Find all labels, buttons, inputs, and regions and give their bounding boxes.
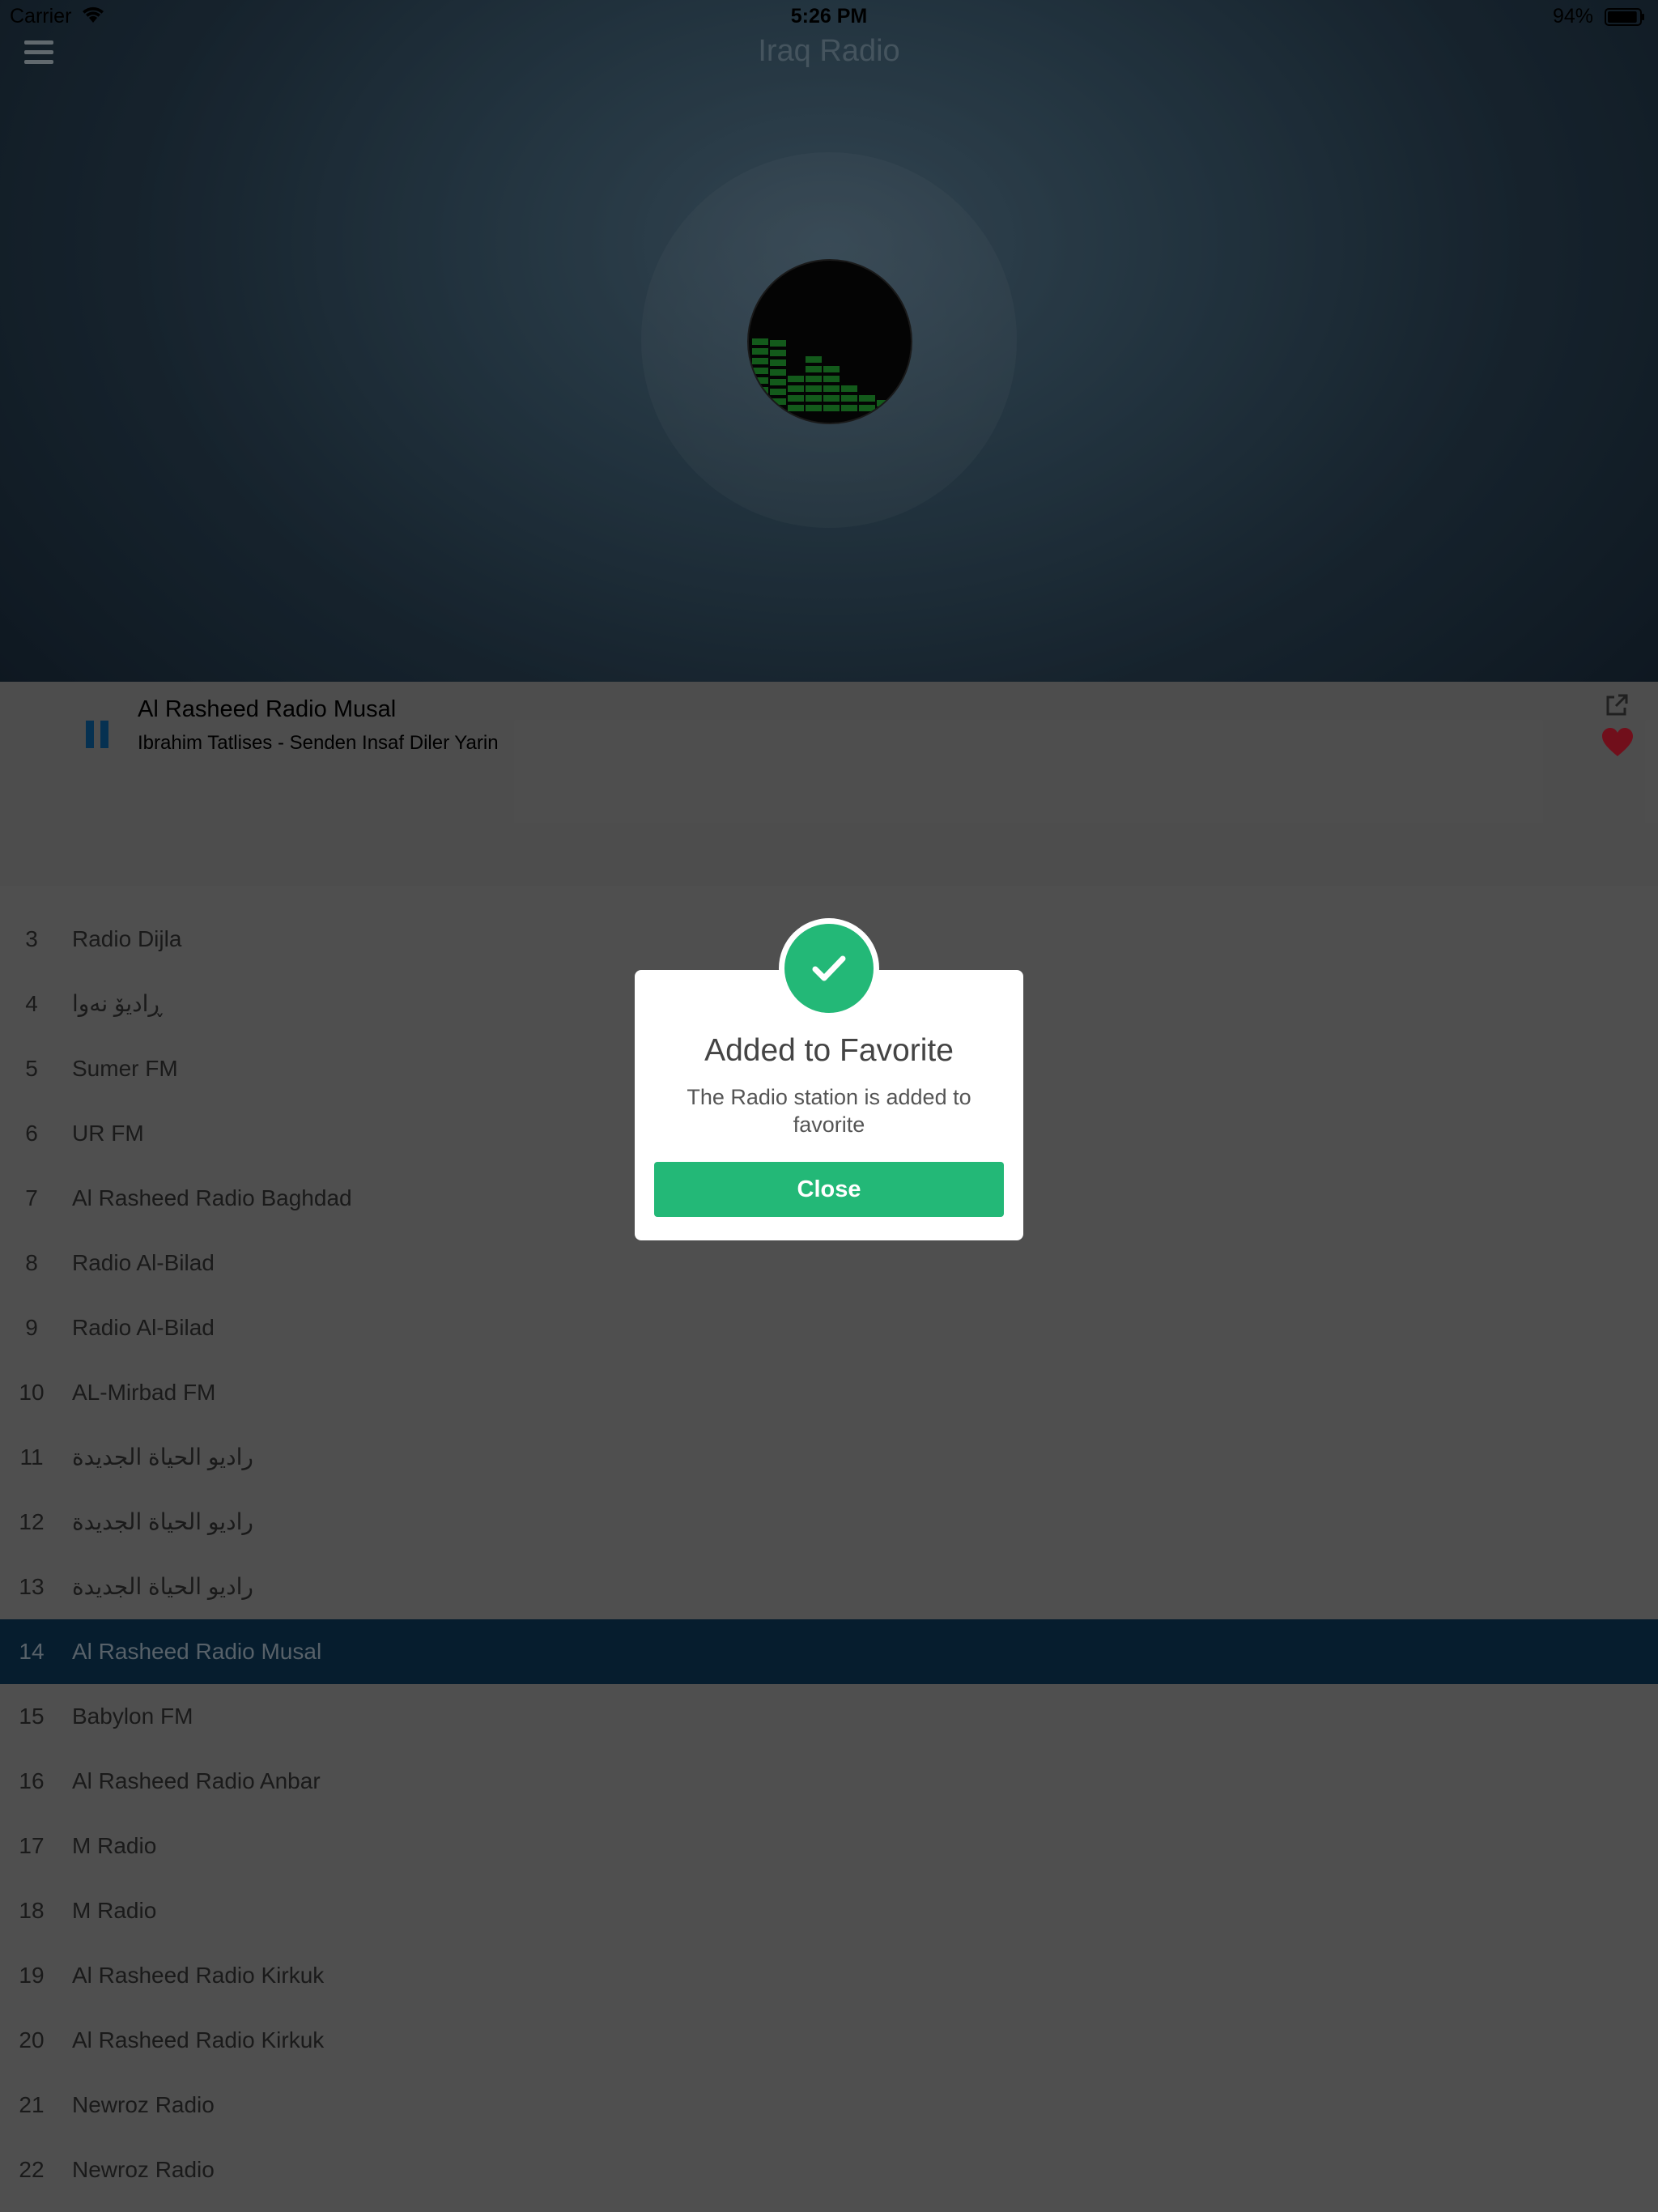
close-button[interactable]: Close <box>654 1162 1004 1217</box>
checkmark-icon <box>812 955 846 981</box>
dialog-message: The Radio station is added to favorite <box>687 1085 971 1137</box>
dialog-title: Added to Favorite <box>704 1033 954 1068</box>
success-badge <box>779 918 879 1019</box>
app-screen: Carrier 5:26 PM 94% Iraq Radio Al Rashee… <box>0 0 1658 2212</box>
favorite-dialog: Added to Favorite The Radio station is a… <box>635 918 1023 1240</box>
